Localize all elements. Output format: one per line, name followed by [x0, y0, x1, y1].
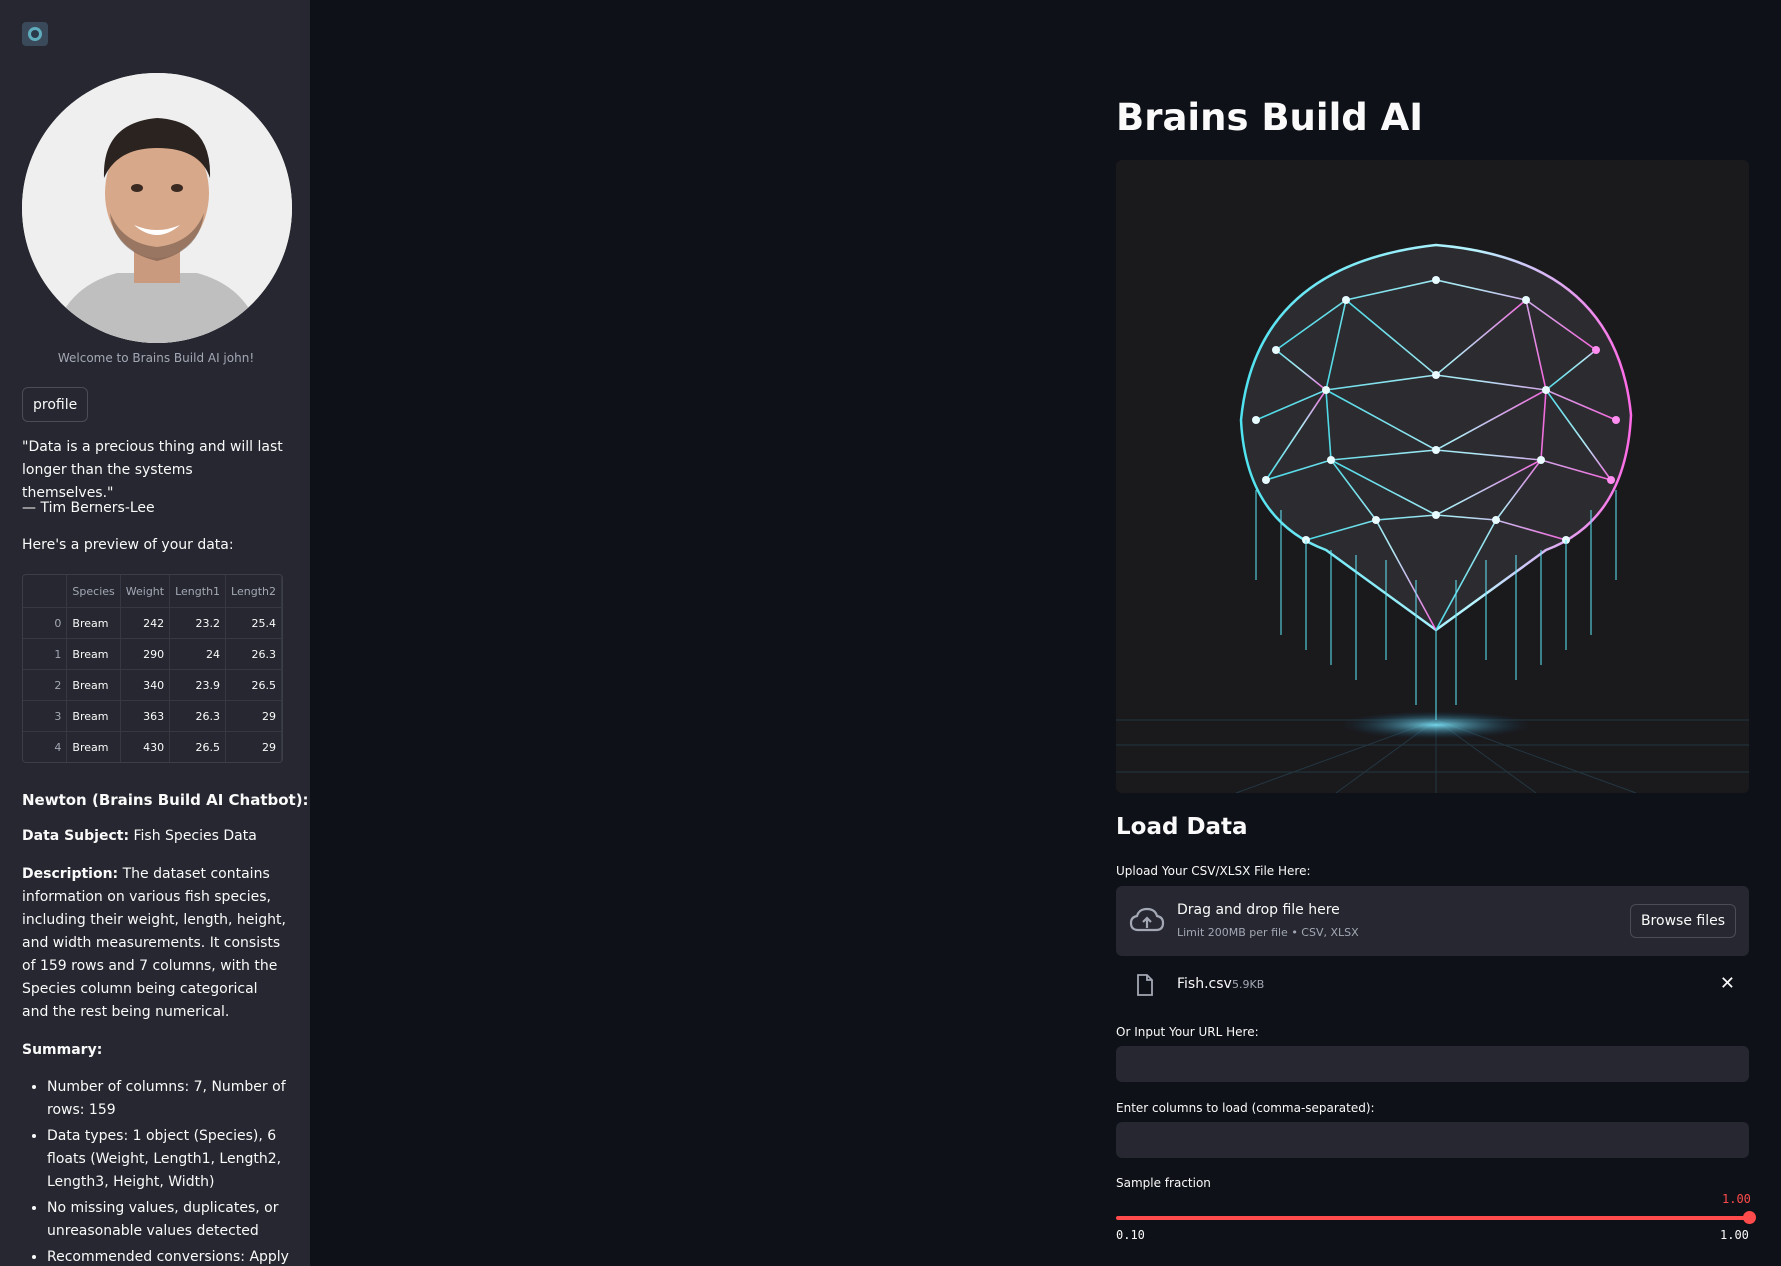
table-cell[interactable]: 26.3 — [225, 638, 282, 670]
column-header[interactable]: Length2 — [225, 575, 282, 608]
remove-file-close-icon[interactable]: ✕ — [1720, 973, 1735, 994]
list-item: Recommended conversions: Apply — [47, 1246, 310, 1266]
slider-min-value: 0.10 — [1116, 1228, 1145, 1242]
table-row: 1 Bream 290 24 26.3 — [23, 638, 282, 670]
table-cell[interactable]: 430 — [120, 731, 171, 762]
preview-label: Here's a preview of your data: — [22, 537, 234, 553]
data-subject-value: Fish Species Data — [133, 828, 257, 844]
table-cell[interactable]: Bream — [66, 669, 121, 701]
table-cell[interactable]: 23.9 — [169, 669, 227, 701]
table-cell[interactable]: 29 — [225, 700, 282, 732]
table-cell[interactable]: Bream — [66, 638, 121, 670]
summary-list: Number of columns: 7, Number of rows: 15… — [22, 1076, 310, 1266]
file-dropzone[interactable]: Drag and drop file here Limit 200MB per … — [1116, 886, 1749, 956]
columns-label: Enter columns to load (comma-separated): — [1116, 1101, 1375, 1115]
table-cell[interactable]: 340 — [120, 669, 171, 701]
table-cell[interactable]: 26.5 — [169, 731, 227, 762]
row-index: 0 — [23, 607, 68, 639]
load-data-heading: Load Data — [1116, 814, 1248, 840]
data-subject: Data Subject: Fish Species Data — [22, 825, 288, 848]
cloud-upload-icon — [1129, 906, 1165, 940]
sample-fraction-slider-track[interactable] — [1116, 1216, 1749, 1220]
list-item: Number of columns: 7, Number of rows: 15… — [47, 1076, 310, 1122]
dropzone-instructions: Drag and drop file here — [1177, 902, 1340, 918]
sample-fraction-slider-thumb[interactable] — [1743, 1211, 1756, 1224]
list-item: Data types: 1 object (Species), 6 floats… — [47, 1125, 310, 1194]
file-name: Fish.csv — [1177, 976, 1232, 992]
file-size: 5.9KB — [1232, 978, 1265, 991]
uploaded-file: Fish.csv 5.9KB ✕ — [1116, 968, 1749, 1002]
row-index: 1 — [23, 638, 68, 670]
data-preview-table[interactable]: Species Weight Length1 Length2 0 Bream 2… — [22, 574, 283, 763]
column-header[interactable]: Weight — [120, 575, 171, 608]
sidebar: Welcome to Brains Build AI john! profile… — [0, 0, 310, 1266]
hero-brain-image — [1116, 160, 1749, 793]
table-header-row: Species Weight Length1 Length2 — [23, 575, 282, 608]
table-row: 4 Bream 430 26.5 29 — [23, 731, 282, 762]
brain-logo-icon — [22, 22, 48, 46]
description-value: The dataset contains information on vari… — [22, 866, 286, 1020]
columns-input[interactable] — [1116, 1122, 1749, 1158]
avatar — [22, 73, 292, 343]
slider-max-value: 1.00 — [1720, 1228, 1749, 1242]
column-header[interactable] — [23, 575, 68, 608]
table-cell[interactable]: Bream — [66, 700, 121, 732]
upload-label: Upload Your CSV/XLSX File Here: — [1116, 864, 1311, 878]
table-cell[interactable]: Bream — [66, 731, 121, 762]
table-row: 2 Bream 340 23.9 26.5 — [23, 669, 282, 701]
profile-button[interactable]: profile — [22, 387, 89, 422]
browse-files-button[interactable]: Browse files — [1629, 904, 1736, 938]
page-title: Brains Build AI — [1116, 96, 1424, 139]
table-cell[interactable]: 23.2 — [169, 607, 227, 639]
row-index: 3 — [23, 700, 68, 732]
table-cell[interactable]: 26.5 — [225, 669, 282, 701]
table-cell[interactable]: 24 — [169, 638, 227, 670]
table-cell[interactable]: 290 — [120, 638, 171, 670]
file-icon — [1136, 974, 1154, 1000]
table-cell[interactable]: 29 — [225, 731, 282, 762]
data-description: Description: The dataset contains inform… — [22, 863, 288, 1024]
quote-text: "Data is a precious thing and will last … — [22, 439, 283, 501]
table-cell[interactable]: Bream — [66, 607, 121, 639]
url-label: Or Input Your URL Here: — [1116, 1025, 1259, 1039]
dropzone-limit: Limit 200MB per file • CSV, XLSX — [1177, 926, 1359, 939]
table-cell[interactable]: 242 — [120, 607, 171, 639]
table-row: 3 Bream 363 26.3 29 — [23, 700, 282, 732]
data-subject-label: Data Subject: — [22, 828, 130, 844]
slider-current-value: 1.00 — [1722, 1192, 1751, 1206]
quote-author: — Tim Berners-Lee — [22, 500, 155, 516]
table-row: 0 Bream 242 23.2 25.4 — [23, 607, 282, 639]
table-cell[interactable]: 26.3 — [169, 700, 227, 732]
welcome-message: Welcome to Brains Build AI john! — [57, 351, 255, 365]
description-label: Description: — [22, 866, 119, 882]
summary-label: Summary: — [22, 1042, 103, 1058]
list-item: No missing values, duplicates, or unreas… — [47, 1197, 310, 1243]
sample-fraction-label: Sample fraction — [1116, 1176, 1211, 1190]
row-index: 4 — [23, 731, 68, 762]
table-cell[interactable]: 363 — [120, 700, 171, 732]
column-header[interactable]: Length1 — [169, 575, 227, 608]
table-cell[interactable]: 25.4 — [225, 607, 282, 639]
column-header[interactable]: Species — [66, 575, 121, 608]
chatbot-title: Newton (Brains Build AI Chatbot): — [22, 791, 309, 809]
url-input[interactable] — [1116, 1046, 1749, 1082]
row-index: 2 — [23, 669, 68, 701]
